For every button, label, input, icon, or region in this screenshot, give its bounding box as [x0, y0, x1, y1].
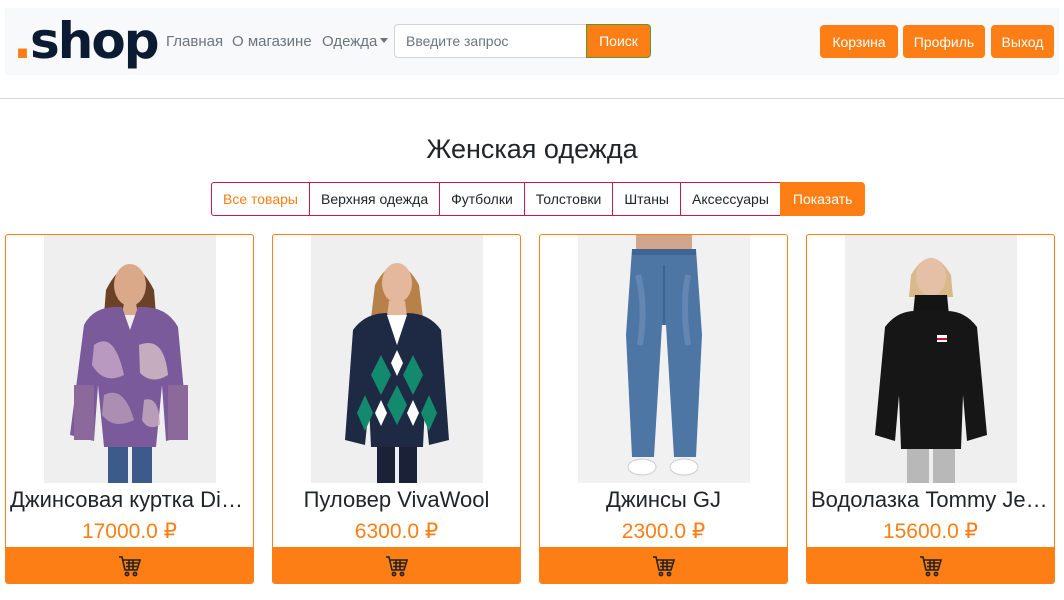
nav-home-link[interactable]: Главная [166, 33, 223, 50]
filter-all[interactable]: Все товары [211, 182, 310, 216]
product-image[interactable] [44, 235, 216, 483]
show-filter-button[interactable]: Показать [779, 182, 866, 216]
profile-button[interactable]: Профиль [903, 25, 985, 58]
product-card: Джинсовая куртка Dickies 17000.0 ₽ [5, 234, 254, 584]
category-filter-bar: Все товары Верхняя одежда Футболки Толст… [211, 182, 866, 216]
product-card: Пуловер VivaWool 6300.0 ₽ [272, 234, 521, 584]
product-name[interactable]: Водолазка Tommy Jeans [811, 487, 1050, 513]
page-title: Женская одежда [426, 134, 638, 164]
product-card: Джинсы GJ 2300.0 ₽ [539, 234, 788, 584]
filter-accessories[interactable]: Аксессуары [680, 182, 781, 216]
add-to-cart-button[interactable] [6, 547, 253, 583]
cart-icon [118, 555, 141, 576]
cart-icon [652, 555, 675, 576]
product-name[interactable]: Джинсовая куртка Dickies [10, 487, 249, 513]
product-price: 6300.0 ₽ [354, 520, 439, 543]
search-input[interactable] [394, 24, 587, 58]
product-image[interactable] [578, 235, 750, 483]
product-price: 17000.0 ₽ [81, 520, 178, 543]
product-price: 15600.0 ₽ [882, 520, 979, 543]
filter-outerwear[interactable]: Верхняя одежда [308, 182, 441, 216]
search-button[interactable]: Поиск [586, 24, 651, 58]
brand-logo-text: shop [30, 12, 159, 70]
product-name[interactable]: Пуловер VivaWool [277, 487, 516, 513]
filter-hoodies[interactable]: Толстовки [523, 182, 614, 216]
product-image[interactable] [845, 235, 1017, 483]
add-to-cart-button[interactable] [807, 547, 1054, 583]
product-name[interactable]: Джинсы GJ [544, 487, 783, 513]
header-divider [0, 98, 1064, 99]
product-price: 2300.0 ₽ [621, 520, 706, 543]
filter-tshirts[interactable]: Футболки [439, 182, 525, 216]
product-image[interactable] [311, 235, 483, 483]
brand-logo[interactable]: . shop [13, 11, 159, 71]
cart-icon [385, 555, 408, 576]
cart-icon [919, 555, 942, 576]
nav-about-link[interactable]: О магазине [232, 33, 312, 50]
logout-button[interactable]: Выход [991, 25, 1054, 58]
nav-clothes-dropdown[interactable]: Одежда [322, 33, 389, 50]
navbar: .shop Главная О магазине Одежда Поиск Ко… [5, 8, 1059, 75]
chevron-down-icon [380, 38, 389, 43]
cart-button[interactable]: Корзина [820, 25, 898, 58]
filter-pants[interactable]: Штаны [612, 182, 681, 216]
add-to-cart-button[interactable] [540, 547, 787, 583]
brand-logo-dot: . [13, 12, 32, 70]
nav-clothes-label: Одежда [322, 33, 378, 50]
add-to-cart-button[interactable] [273, 547, 520, 583]
product-card: Водолазка Tommy Jeans 15600.0 ₽ [806, 234, 1055, 584]
